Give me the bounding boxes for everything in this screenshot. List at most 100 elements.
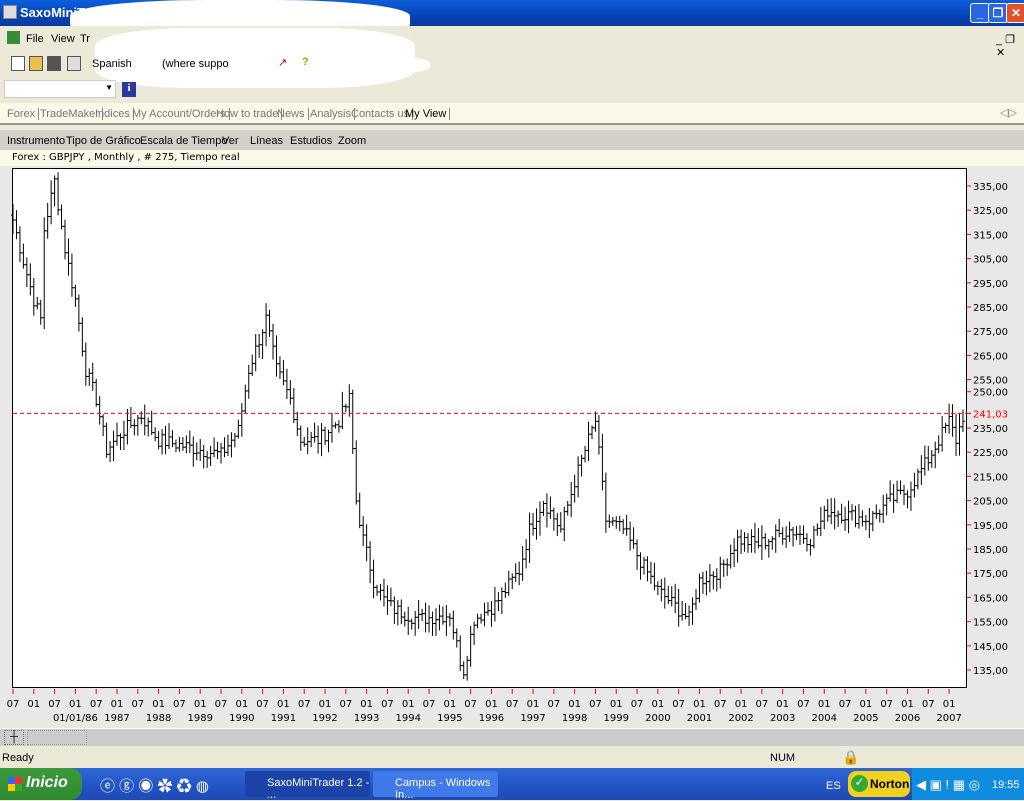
x-tick-label: 01 (277, 699, 290, 710)
year-label: 1995 (437, 713, 462, 724)
year-label: 2002 (728, 713, 753, 724)
crosshair-icon[interactable]: ┼ (4, 730, 24, 745)
year-label: 1997 (520, 713, 545, 724)
x-tick-label: 01 (693, 699, 706, 710)
y-tick-label: 295,00 (973, 279, 1008, 290)
x-tick-label: 01 (360, 699, 373, 710)
x-tick-label: 01 (69, 699, 82, 710)
windows-logo-icon (8, 777, 22, 791)
quick-launch-icons[interactable]: ⓔ ⓖ ◉ ✿ ♻ ◍ (100, 775, 209, 796)
x-tick-label: 07 (880, 699, 893, 710)
x-tick-label: 07 (714, 699, 727, 710)
x-tick-label: 01 (194, 699, 207, 710)
y-tick-label: 315,00 (973, 230, 1008, 241)
x-tick-label: 01 (27, 699, 40, 710)
year-label: 2001 (687, 713, 712, 724)
y-tick-label: 165,00 (973, 593, 1008, 604)
x-tick-label: 07 (506, 699, 519, 710)
x-tick-label: 07 (589, 699, 602, 710)
year-label: 1991 (271, 713, 296, 724)
language-indicator[interactable]: ES (826, 780, 841, 792)
year-label: 2006 (895, 713, 920, 724)
year-label: 2003 (770, 713, 795, 724)
y-tick-label: 175,00 (973, 569, 1008, 580)
y-tick-label: 275,00 (973, 327, 1008, 338)
x-tick-label: 07 (90, 699, 103, 710)
x-tick-label: 07 (423, 699, 436, 710)
x-tick-label: 07 (7, 699, 20, 710)
x-tick-label: 07 (839, 699, 852, 710)
x-tick-label: 07 (173, 699, 186, 710)
chart-scrollbar[interactable]: ┼ (0, 728, 1024, 746)
x-tick-label: 01 (610, 699, 623, 710)
y-tick-label: 265,00 (973, 351, 1008, 362)
x-tick-label: 01 (568, 699, 581, 710)
task-saxominitrader[interactable]: SaxoMiniTrader 1.2 - ... (245, 771, 370, 801)
y-tick-label: 135,00 (973, 666, 1008, 677)
check-icon: ✓ (851, 775, 868, 792)
x-tick-label: 01 (776, 699, 789, 710)
x-tick-label: 07 (756, 699, 769, 710)
y-tick-label: 235,00 (973, 424, 1008, 435)
year-label: 1992 (312, 713, 337, 724)
y-tick-label: 250,00 (973, 388, 1008, 399)
status-bar: Ready NUM 🔒 (0, 747, 1024, 768)
year-label: 2000 (645, 713, 670, 724)
y-tick-label: 325,00 (973, 206, 1008, 217)
year-label: 1994 (396, 713, 421, 724)
year-label: 1996 (479, 713, 504, 724)
x-tick-label: 01 (319, 699, 332, 710)
x-tick-label: 01 (943, 699, 956, 710)
x-tick-label: 01 (485, 699, 498, 710)
year-label: 2004 (812, 713, 837, 724)
y-tick-label: 285,00 (973, 303, 1008, 314)
x-tick-label: 01 (527, 699, 540, 710)
task-campus[interactable]: Campus - Windows In... (373, 771, 498, 801)
lock-icon: 🔒 (842, 749, 860, 765)
x-tick-label: 07 (672, 699, 685, 710)
price-chart: 335,00 325,00 315,00 305,00 295,00 285,00 275,… (7, 172, 1008, 724)
x-tick-label: 07 (797, 699, 810, 710)
y-tick-label: 195,00 (973, 521, 1008, 532)
x-tick-label: 01 (235, 699, 248, 710)
x-tick-label: 07 (339, 699, 352, 710)
y-tick-label: 185,00 (973, 545, 1008, 556)
x-tick-label: 07 (547, 699, 560, 710)
x-tick-label: 07 (298, 699, 311, 710)
y-tick-label: 155,00 (973, 618, 1008, 629)
year-label: 1990 (229, 713, 254, 724)
x-tick-label: 01 (443, 699, 456, 710)
y-tick-label: 145,00 (973, 642, 1008, 653)
year-label: 1999 (604, 713, 629, 724)
x-tick-label: 01 (152, 699, 165, 710)
year-label: 2007 (936, 713, 961, 724)
x-tick-label: 01 (901, 699, 914, 710)
x-tick-label: 07 (464, 699, 477, 710)
x-tick-label: 07 (922, 699, 935, 710)
x-tick-label: 01 (860, 699, 873, 710)
year-label: 1987 (104, 713, 129, 724)
y-tick-label: 215,00 (973, 472, 1008, 483)
x-tick-label: 07 (48, 699, 61, 710)
year-label: 01/01/86 (53, 713, 98, 724)
year-label: 1993 (354, 713, 379, 724)
y-tick-label: 335,00 (973, 182, 1008, 193)
year-label: 1988 (146, 713, 171, 724)
scroll-section[interactable] (27, 730, 87, 745)
status-ready: Ready (2, 752, 34, 764)
x-tick-label: 01 (735, 699, 748, 710)
clock: 19:55 (992, 779, 1020, 791)
resistance-label: 241,03 (973, 409, 1008, 420)
x-tick-label: 07 (256, 699, 269, 710)
year-label: 2005 (853, 713, 878, 724)
y-tick-label: 205,00 (973, 497, 1008, 508)
x-tick-label: 01 (818, 699, 831, 710)
tray-icons[interactable]: ◀ ▣ ! ▦ ◎ (916, 777, 980, 793)
x-tick-label: 01 (402, 699, 415, 710)
year-label: 1998 (562, 713, 587, 724)
y-tick-label: 305,00 (973, 255, 1008, 266)
year-label: 1989 (187, 713, 212, 724)
x-tick-label: 07 (631, 699, 644, 710)
start-label: Inicio (26, 774, 68, 791)
status-num: NUM (770, 752, 796, 764)
